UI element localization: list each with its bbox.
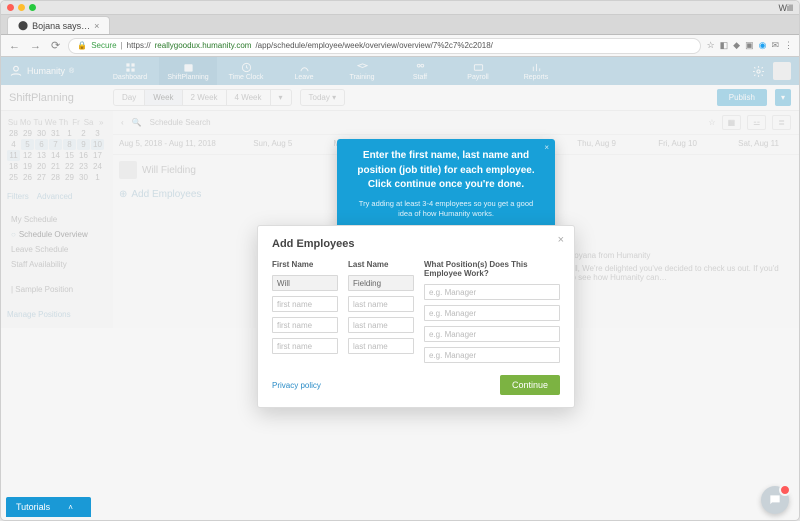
nav-forward-icon: →	[28, 40, 43, 52]
tutorials-label: Tutorials	[16, 502, 50, 512]
last-name-input[interactable]	[348, 338, 414, 354]
tab-favicon: ⬤	[18, 20, 28, 31]
menu-icon[interactable]: ⋮	[784, 40, 793, 51]
tooltip-line: Enter the first name, last name and	[363, 150, 529, 161]
window-minimize-icon[interactable]	[18, 4, 25, 11]
position-input[interactable]	[424, 326, 560, 342]
privacy-policy-link[interactable]: Privacy policy	[272, 381, 321, 390]
lock-icon: 🔒	[77, 41, 87, 50]
browser-tabs: ⬤ Bojana says… ×	[1, 15, 799, 35]
nav-reload-icon[interactable]: ⟳	[49, 39, 62, 52]
secure-label: Secure	[91, 41, 116, 50]
ext-icon[interactable]: ◉	[759, 40, 767, 51]
position-input[interactable]	[424, 347, 560, 363]
last-name-input[interactable]	[348, 296, 414, 312]
position-input[interactable]	[424, 305, 560, 321]
tooltip-close-icon[interactable]: ×	[544, 143, 549, 152]
onboarding-tooltip: × Enter the first name, last name and po…	[337, 139, 555, 232]
modal-title: Add Employees	[272, 238, 560, 250]
extension-icons: ☆ ◧ ◆ ▣ ◉ ✉ ⋮	[707, 40, 793, 51]
col-first-name: First Name	[272, 260, 338, 269]
browser-tab[interactable]: ⬤ Bojana says… ×	[7, 16, 110, 34]
address-bar[interactable]: 🔒 Secure | https://reallygoodux.humanity…	[68, 38, 700, 54]
mac-user-label: Will	[779, 3, 794, 13]
add-employees-modal: × Add Employees First Name Last Name	[257, 225, 575, 408]
star-icon[interactable]: ☆	[707, 40, 715, 51]
chat-icon	[768, 493, 782, 507]
col-last-name: Last Name	[348, 260, 414, 269]
first-name-input[interactable]	[272, 338, 338, 354]
chat-launcher[interactable]	[761, 486, 789, 514]
browser-toolbar: ← → ⟳ 🔒 Secure | https://reallygoodux.hu…	[1, 35, 799, 57]
first-name-input[interactable]	[272, 296, 338, 312]
first-name-input[interactable]	[272, 317, 338, 333]
last-name-input[interactable]	[348, 317, 414, 333]
continue-button[interactable]: Continue	[500, 375, 560, 395]
tab-title: Bojana says…	[32, 21, 90, 31]
url-scheme: https://	[127, 41, 151, 50]
ext-icon[interactable]: ◧	[720, 40, 729, 51]
nav-back-icon[interactable]: ←	[7, 40, 22, 52]
tutorials-panel-toggle[interactable]: Tutorials ˄	[6, 497, 91, 517]
ext-icon[interactable]: ◆	[733, 40, 740, 51]
col-position: What Position(s) Does This Employee Work…	[424, 260, 560, 278]
chevron-up-icon: ˄	[68, 503, 73, 512]
first-name-input[interactable]	[272, 275, 338, 291]
ext-icon[interactable]: ✉	[771, 40, 779, 51]
window-zoom-icon[interactable]	[29, 4, 36, 11]
ext-icon[interactable]: ▣	[745, 40, 754, 51]
tab-close-icon[interactable]: ×	[94, 21, 99, 31]
titlebar: Will	[1, 1, 799, 15]
tooltip-subtext: Try adding at least 3-4 employees so you…	[351, 199, 541, 220]
url-path: /app/schedule/employee/week/overview/ove…	[255, 41, 492, 50]
tooltip-line: position (job title) for each employee.	[357, 165, 534, 176]
window-close-icon[interactable]	[7, 4, 14, 11]
modal-close-icon[interactable]: ×	[558, 234, 564, 246]
last-name-input[interactable]	[348, 275, 414, 291]
tooltip-line: Click continue once you're done.	[368, 179, 524, 190]
position-input[interactable]	[424, 284, 560, 300]
url-host: reallygoodux.humanity.com	[155, 41, 252, 50]
